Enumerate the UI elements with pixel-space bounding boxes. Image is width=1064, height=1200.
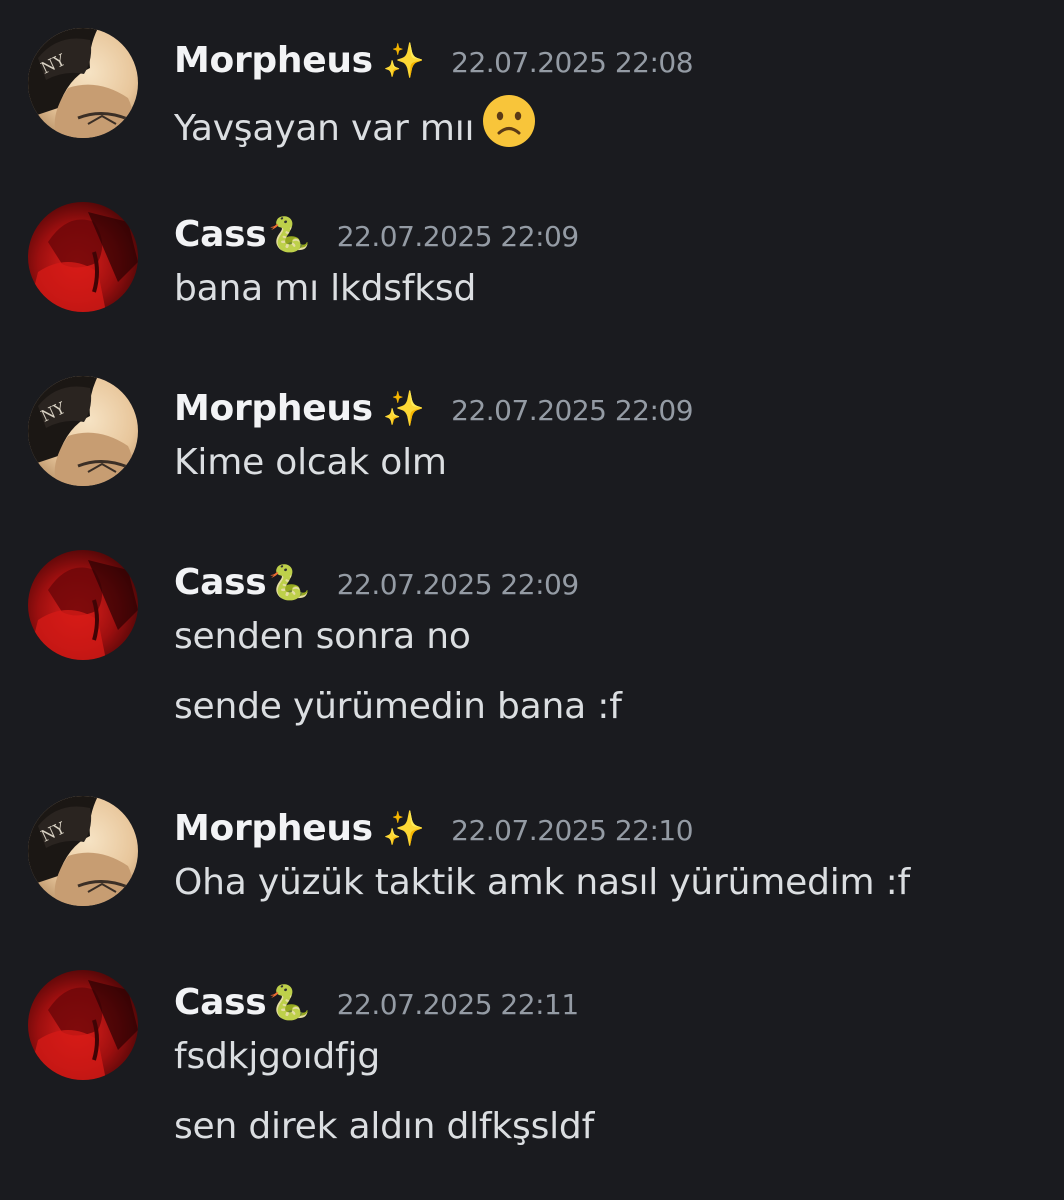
username[interactable]: Morpheus bbox=[174, 388, 373, 429]
sparkles-icon: ✨ bbox=[382, 41, 426, 81]
snake-icon: 🐍 bbox=[268, 563, 311, 603]
message-group: Cass 🐍 22.07.2025 22:11 fsdkjgoıdfjg sen… bbox=[0, 970, 1064, 1160]
message-text: Yavşayan var mıı bbox=[174, 94, 536, 157]
username[interactable]: Morpheus bbox=[174, 808, 373, 849]
timestamp: 22.07.2025 22:10 bbox=[451, 814, 694, 847]
snake-icon: 🐍 bbox=[268, 215, 311, 255]
username[interactable]: Cass bbox=[174, 562, 267, 603]
avatar[interactable] bbox=[28, 202, 138, 312]
username[interactable]: Cass bbox=[174, 982, 267, 1023]
message-line: sende yürümedin bana :f bbox=[174, 686, 622, 727]
message-group: Cass 🐍 22.07.2025 22:09 bana mı lkdsfksd bbox=[0, 202, 1064, 312]
avatar[interactable] bbox=[28, 796, 138, 906]
username[interactable]: Cass bbox=[174, 214, 267, 255]
sparkles-icon: ✨ bbox=[382, 389, 426, 429]
message-header: Morpheus ✨ 22.07.2025 22:08 bbox=[174, 40, 694, 84]
message-line: bana mı lkdsfksd bbox=[174, 268, 477, 309]
message-header: Cass 🐍 22.07.2025 22:11 bbox=[174, 982, 579, 1026]
snake-icon: 🐍 bbox=[268, 983, 311, 1023]
message-line: Kime olcak olm bbox=[174, 442, 447, 483]
message-header: Cass 🐍 22.07.2025 22:09 bbox=[174, 214, 579, 258]
timestamp: 22.07.2025 22:08 bbox=[451, 46, 694, 79]
message-header: Morpheus ✨ 22.07.2025 22:10 bbox=[174, 808, 694, 852]
timestamp: 22.07.2025 22:09 bbox=[336, 568, 579, 601]
username[interactable]: Morpheus bbox=[174, 40, 373, 81]
message-line: senden sonra no bbox=[174, 616, 471, 657]
sparkles-icon: ✨ bbox=[382, 809, 426, 849]
message-group: Morpheus ✨ 22.07.2025 22:09 Kime olcak o… bbox=[0, 376, 1064, 486]
avatar[interactable] bbox=[28, 376, 138, 486]
message-group: Morpheus ✨ 22.07.2025 22:10 Oha yüzük ta… bbox=[0, 796, 1064, 906]
message-header: Cass 🐍 22.07.2025 22:09 bbox=[174, 562, 579, 606]
message-line: sen direk aldın dlfkşsldf bbox=[174, 1106, 595, 1147]
message-list: Morpheus ✨ 22.07.2025 22:08 Yavşayan var… bbox=[0, 0, 1064, 1200]
message-group: Cass 🐍 22.07.2025 22:09 senden sonra no … bbox=[0, 550, 1064, 740]
avatar[interactable] bbox=[28, 550, 138, 660]
avatar[interactable] bbox=[28, 28, 138, 138]
timestamp: 22.07.2025 22:11 bbox=[336, 988, 579, 1021]
timestamp: 22.07.2025 22:09 bbox=[336, 220, 579, 253]
frowning-face-icon bbox=[482, 94, 536, 157]
message-line: fsdkjgoıdfjg bbox=[174, 1036, 380, 1077]
timestamp: 22.07.2025 22:09 bbox=[451, 394, 694, 427]
avatar[interactable] bbox=[28, 970, 138, 1080]
message-line: Oha yüzük taktik amk nasıl yürümedim :f bbox=[174, 862, 911, 903]
message-group: Morpheus ✨ 22.07.2025 22:08 Yavşayan var… bbox=[0, 28, 1064, 149]
message-header: Morpheus ✨ 22.07.2025 22:09 bbox=[174, 388, 694, 432]
message-line: Yavşayan var mıı bbox=[174, 108, 475, 149]
